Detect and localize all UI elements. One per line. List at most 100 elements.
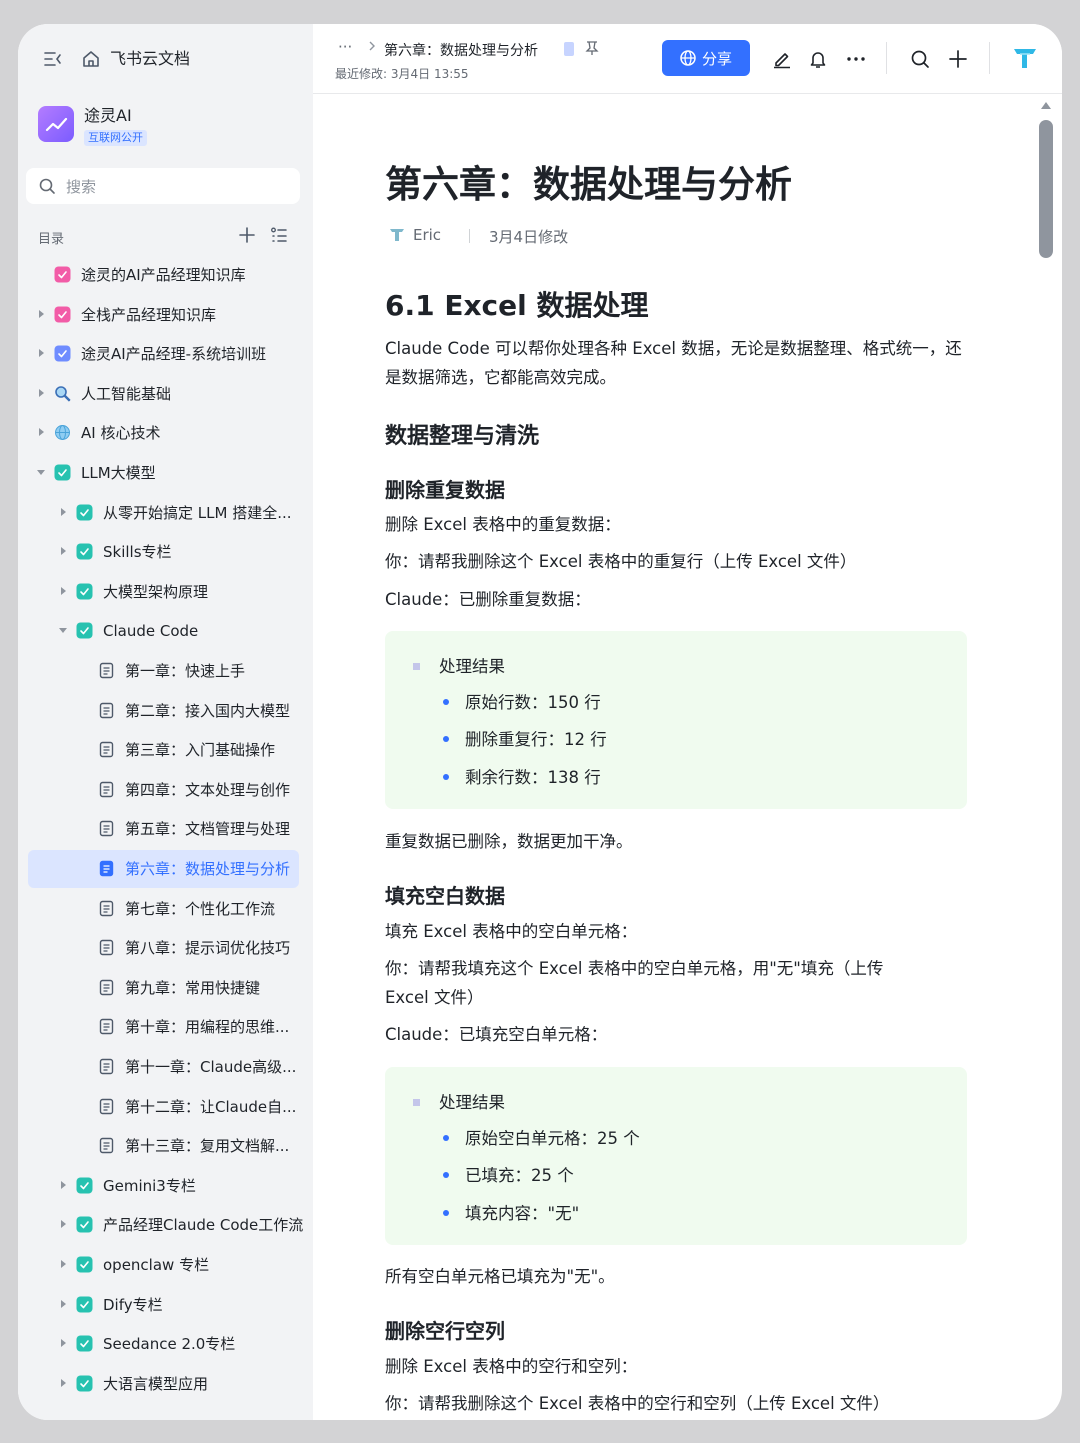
caret-right-icon[interactable] xyxy=(58,507,68,517)
caret-right-icon[interactable] xyxy=(36,309,46,319)
bullet-icon xyxy=(443,736,449,742)
pin-icon[interactable] xyxy=(585,40,599,56)
toc-outline-icon[interactable] xyxy=(270,226,288,244)
breadcrumb-more[interactable]: ··· xyxy=(338,38,352,56)
sidebar-item-label: 第十三章：复用文档解... xyxy=(125,1137,290,1156)
doc-toolbar: ··· 第六章：数据处理与分析 最近修改: 3月4日 13:55 分享 xyxy=(313,24,1062,94)
sidebar-item[interactable]: 第八章：提示词优化技巧 xyxy=(28,929,299,967)
caret-down-icon[interactable] xyxy=(58,625,68,635)
sidebar-item-label: 从零开始搞定 LLM 搭建全... xyxy=(103,503,292,522)
breadcrumb[interactable]: 第六章：数据处理与分析 xyxy=(384,40,538,60)
bullet-icon xyxy=(443,1135,449,1141)
modified-date: 3月4日修改 xyxy=(489,228,569,246)
sidebar-item[interactable]: Dify专栏 xyxy=(28,1286,299,1324)
home-link[interactable]: 飞书云文档 xyxy=(110,48,190,70)
share-label: 分享 xyxy=(702,50,733,68)
sidebar-item[interactable]: 大模型架构原理 xyxy=(28,573,299,611)
caret-right-icon[interactable] xyxy=(58,1259,68,1269)
dedupe-conclusion: 重复数据已删除，数据更加干净。 xyxy=(385,832,633,851)
sidebar-item[interactable]: AI 核心技术 xyxy=(28,414,299,452)
wiki-teal-icon xyxy=(76,583,93,600)
wiki-teal-icon xyxy=(76,1177,93,1194)
sidebar-item[interactable]: 第九章：常用快捷键 xyxy=(28,969,299,1007)
plus-icon[interactable] xyxy=(947,48,969,70)
sidebar-item[interactable]: 途灵AI产品经理-系统培训班 xyxy=(28,335,299,373)
sidebar-item[interactable]: 途灵的AI产品经理知识库 xyxy=(28,256,299,294)
dedupe-user-prompt: 你：请帮我删除这个 Excel 表格中的重复行（上传 Excel 文件） xyxy=(385,552,857,571)
fill-user-prompt: 你：请帮我填充这个 Excel 表格中的空白单元格，用"无"填充（上传 Exce… xyxy=(385,959,884,1007)
sidebar-item-label: openclaw 专栏 xyxy=(103,1256,210,1274)
caret-right-icon[interactable] xyxy=(58,1338,68,1348)
wiki-blue-icon xyxy=(54,345,71,362)
sidebar-item[interactable]: 第七章：个性化工作流 xyxy=(28,890,299,928)
workspace-name[interactable]: 途灵AI xyxy=(84,102,132,126)
search-icon[interactable] xyxy=(909,48,931,70)
sidebar-item-label: 全栈产品经理知识库 xyxy=(81,305,217,324)
author-name[interactable]: Eric xyxy=(413,226,441,244)
bell-icon[interactable] xyxy=(807,48,829,70)
scroll-up-arrow[interactable] xyxy=(1041,102,1051,109)
more-icon[interactable] xyxy=(845,48,867,70)
list-item: 原始行数：150 行 xyxy=(443,689,943,715)
user-avatar-logo[interactable] xyxy=(1011,44,1039,72)
sidebar-item[interactable]: 大语言模型应用 xyxy=(28,1365,299,1403)
sidebar-item[interactable]: 第十二章：让Claude自... xyxy=(28,1088,299,1126)
scrollbar-thumb[interactable] xyxy=(1039,120,1053,258)
sidebar-item[interactable]: 第二章：接入国内大模型 xyxy=(28,692,299,730)
caret-right-icon[interactable] xyxy=(58,586,68,596)
sidebar-item[interactable]: 全栈产品经理知识库 xyxy=(28,296,299,334)
sidebar-item[interactable]: 产品经理Claude Code工作流 xyxy=(28,1206,303,1244)
sidebar-item[interactable]: 人工智能基础 xyxy=(28,375,299,413)
sidebar-item[interactable]: 第十章：用编程的思维... xyxy=(28,1008,299,1046)
caret-right-icon[interactable] xyxy=(36,427,46,437)
wiki-teal-icon xyxy=(76,1335,93,1352)
share-button[interactable]: 分享 xyxy=(662,40,750,76)
document-area[interactable]: 第六章：数据处理与分析 Eric 3月4日修改 6.1 Excel 数据处理 C… xyxy=(313,94,1062,1420)
sidebar-item[interactable]: Skills专栏 xyxy=(28,533,299,571)
caret-right-icon[interactable] xyxy=(58,1378,68,1388)
chevron-right-icon xyxy=(369,41,375,51)
doc-icon xyxy=(99,1058,114,1075)
caret-right-icon[interactable] xyxy=(58,1180,68,1190)
sidebar-item[interactable]: LLM大模型 xyxy=(28,454,299,492)
sidebar-item[interactable]: openclaw 专栏 xyxy=(28,1246,299,1284)
sidebar-item-label: 大语言模型应用 xyxy=(103,1374,209,1393)
sidebar-item-label: 人工智能基础 xyxy=(81,384,172,403)
subsection-heading: 数据整理与清洗 xyxy=(385,424,540,449)
add-page-icon[interactable] xyxy=(238,226,256,244)
app-window: 飞书云文档 途灵AI 互联网公开 搜索 目录 途灵的AI产品经理知识库 全栈产品经… xyxy=(18,24,1062,1420)
home-icon[interactable] xyxy=(80,48,102,70)
wiki-teal-icon xyxy=(76,1256,93,1273)
collapse-sidebar-icon[interactable] xyxy=(42,48,64,70)
doc-icon xyxy=(99,781,114,797)
sidebar-item[interactable]: Claude Code xyxy=(28,612,299,650)
caret-right-icon[interactable] xyxy=(58,546,68,556)
sidebar-item[interactable]: 第十一章：Claude高级... xyxy=(28,1048,299,1086)
sidebar-item[interactable]: 第一章：快速上手 xyxy=(28,652,299,690)
caret-right-icon[interactable] xyxy=(36,348,46,358)
sidebar-item[interactable]: 第十三章：复用文档解... xyxy=(28,1127,299,1165)
edit-icon[interactable] xyxy=(771,48,793,70)
wiki-teal-icon xyxy=(54,464,71,481)
sidebar-item[interactable]: 第五章：文档管理与处理 xyxy=(28,810,299,848)
doc-icon xyxy=(99,1098,114,1114)
sidebar-item[interactable]: 第四章：文本处理与创作 xyxy=(28,771,299,809)
sidebar-item-label: 产品经理Claude Code工作流 xyxy=(103,1216,304,1235)
doc-icon xyxy=(99,860,114,877)
doc-icon xyxy=(99,900,114,916)
search-input[interactable]: 搜索 xyxy=(26,168,300,204)
sidebar-item-label: 第十章：用编程的思维... xyxy=(125,1018,290,1037)
caret-right-icon[interactable] xyxy=(58,1299,68,1309)
sidebar-item[interactable]: 从零开始搞定 LLM 搭建全... xyxy=(28,494,299,532)
sidebar-item-label: 第六章：数据处理与分析 xyxy=(125,860,291,878)
caret-right-icon[interactable] xyxy=(36,388,46,398)
sidebar-item[interactable]: 第三章：入门基础操作 xyxy=(28,731,299,769)
sidebar-item[interactable]: 第六章：数据处理与分析 xyxy=(28,850,299,888)
caret-right-icon[interactable] xyxy=(58,1219,68,1229)
caret-down-icon[interactable] xyxy=(36,467,46,477)
doc-title[interactable]: 第六章：数据处理与分析 xyxy=(385,154,792,208)
sidebar-item[interactable]: Gemini3专栏 xyxy=(28,1167,299,1205)
sidebar-item[interactable]: Seedance 2.0专栏 xyxy=(28,1325,299,1363)
sidebar-item-label: Dify专栏 xyxy=(103,1295,163,1314)
list-item: 填充内容："无" xyxy=(443,1200,943,1226)
